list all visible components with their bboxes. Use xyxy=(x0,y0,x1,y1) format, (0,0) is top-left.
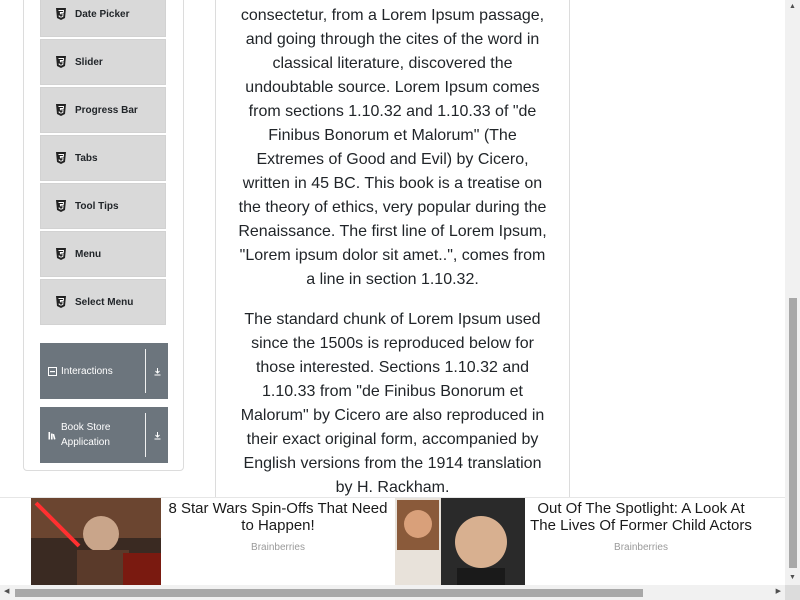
menu-item-label: Slider xyxy=(75,56,103,68)
ad-title[interactable]: Out Of The Spotlight: A Look At The Live… xyxy=(525,500,757,534)
menu-item-menu[interactable]: Menu xyxy=(40,231,166,277)
scroll-right-arrow-icon[interactable]: ▶ xyxy=(776,588,781,596)
scroll-down-arrow-icon[interactable]: ▼ xyxy=(789,574,796,582)
menu-item-label: Tabs xyxy=(75,152,98,164)
menu-item-label: Tool Tips xyxy=(75,200,119,212)
html5-icon xyxy=(56,296,66,308)
menu-item-tabs[interactable]: Tabs xyxy=(40,135,166,181)
ad-card-star-wars[interactable]: 8 Star Wars Spin-Offs That Need to Happe… xyxy=(31,498,395,586)
menu-item-label: Progress Bar xyxy=(75,104,138,116)
menu-item-select-menu[interactable]: Select Menu xyxy=(40,279,166,325)
group-header-label: Book Store Application xyxy=(61,422,111,448)
book-stack-icon xyxy=(48,431,56,440)
menu-item-label: Menu xyxy=(75,248,102,260)
menu-item-date-picker[interactable]: Date Picker xyxy=(40,0,166,37)
content-paragraph-1: consectetur, from a Lorem Ipsum passage,… xyxy=(238,7,547,288)
group-header-interactions[interactable]: Interactions xyxy=(40,343,168,399)
menu-item-progress-bar[interactable]: Progress Bar xyxy=(40,87,166,133)
minus-square-icon xyxy=(48,366,57,376)
ad-image-star-wars xyxy=(31,498,161,586)
scroll-left-arrow-icon[interactable]: ◀ xyxy=(4,588,9,596)
left-panel: Date Picker Slider Progress Bar Tabs Too… xyxy=(23,0,184,471)
scrollbar-corner xyxy=(785,585,800,600)
element-menu-list: Date Picker Slider Progress Bar Tabs Too… xyxy=(40,0,166,327)
ad-image-child-actors xyxy=(395,498,525,586)
ad-title[interactable]: 8 Star Wars Spin-Offs That Need to Happe… xyxy=(161,500,395,534)
download-arrow-icon xyxy=(146,367,168,376)
horizontal-scroll-thumb[interactable] xyxy=(15,589,643,597)
menu-item-label: Select Menu xyxy=(75,296,134,308)
html5-icon xyxy=(56,8,66,20)
html5-icon xyxy=(56,104,66,116)
html5-icon xyxy=(56,200,66,212)
group-header-book-store[interactable]: Book Store Application xyxy=(40,407,168,463)
html5-icon xyxy=(56,248,66,260)
horizontal-scrollbar[interactable]: ◀ ▶ xyxy=(0,585,785,600)
ad-card-child-actors[interactable]: Out Of The Spotlight: A Look At The Live… xyxy=(395,498,757,586)
menu-item-label: Date Picker xyxy=(75,8,130,20)
download-arrow-icon xyxy=(146,431,168,440)
vertical-scrollbar[interactable]: ▲ ▼ xyxy=(785,0,800,585)
ad-source: Brainberries xyxy=(251,542,305,553)
menu-item-slider[interactable]: Slider xyxy=(40,39,166,85)
html5-icon xyxy=(56,56,66,68)
vertical-scroll-thumb[interactable] xyxy=(789,298,797,568)
main-content: consectetur, from a Lorem Ipsum passage,… xyxy=(215,0,570,498)
ad-source: Brainberries xyxy=(614,542,668,553)
html5-icon xyxy=(56,152,66,164)
scroll-up-arrow-icon[interactable]: ▲ xyxy=(789,3,796,11)
menu-item-tool-tips[interactable]: Tool Tips xyxy=(40,183,166,229)
group-header-label: Interactions xyxy=(61,365,113,377)
ad-bar: 8 Star Wars Spin-Offs That Need to Happe… xyxy=(0,497,785,586)
content-paragraph-2: The standard chunk of Lorem Ipsum used s… xyxy=(240,311,545,496)
